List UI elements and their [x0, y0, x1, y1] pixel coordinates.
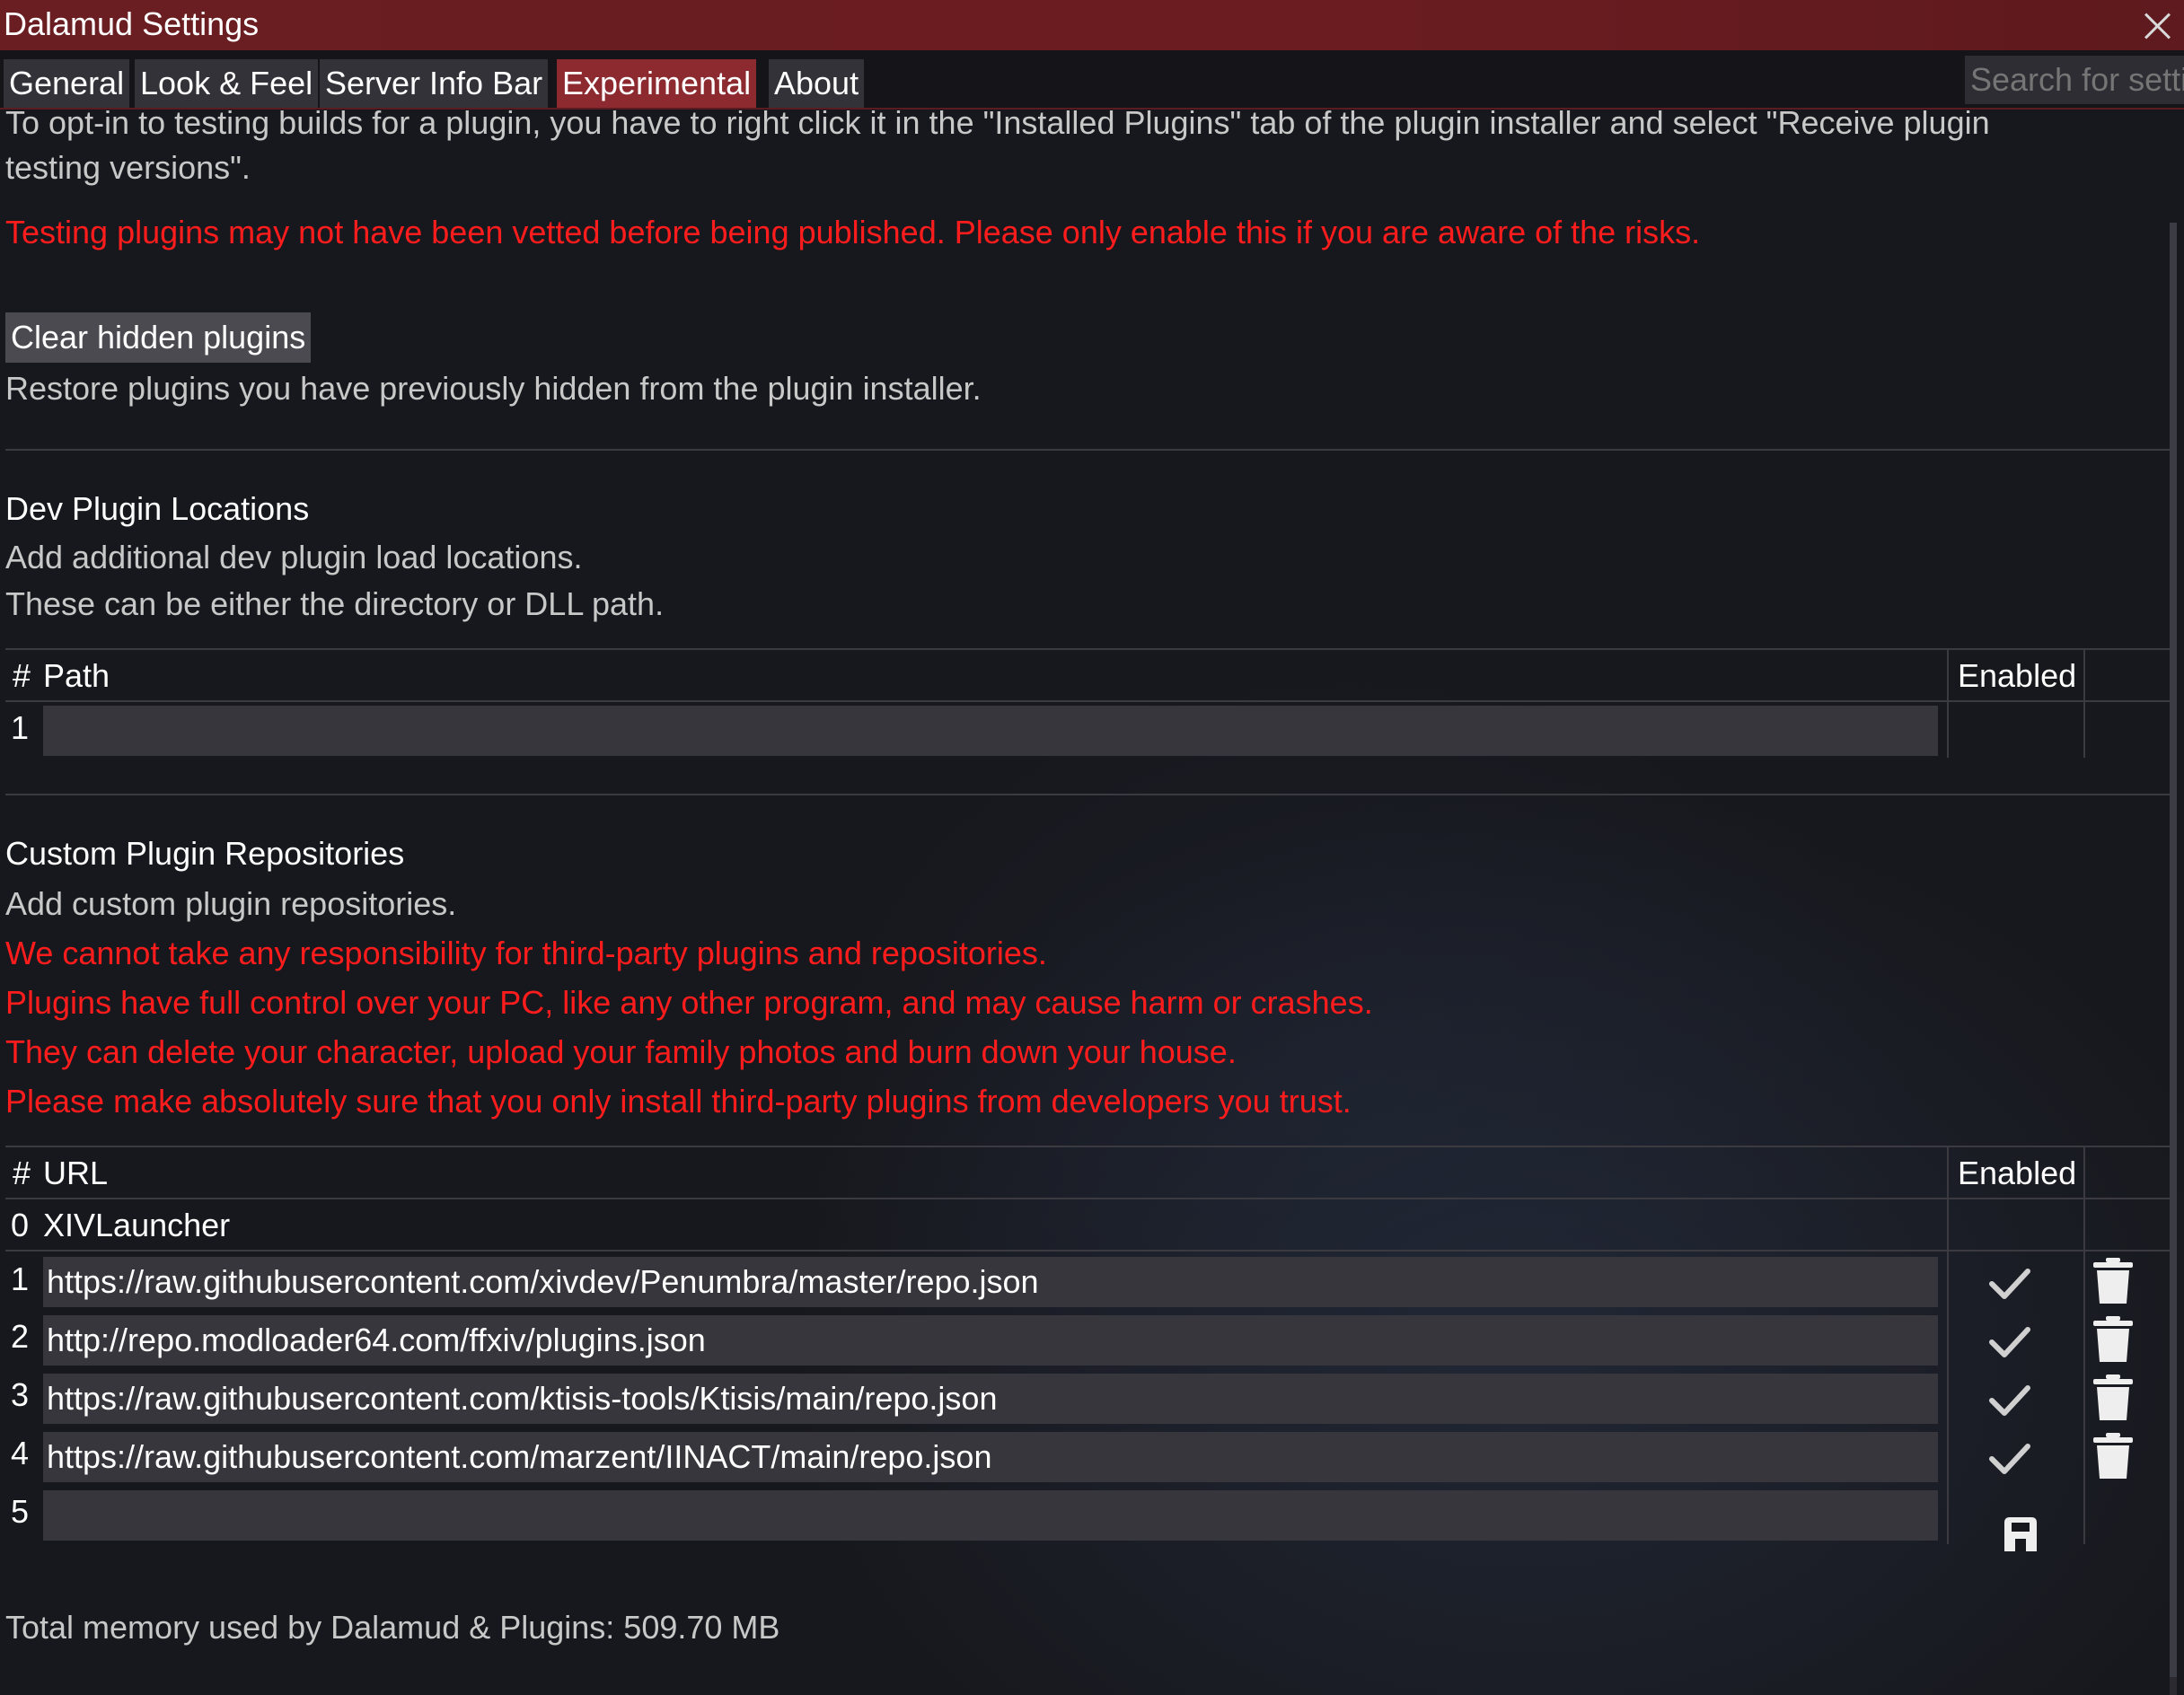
clear-hidden-description: Restore plugins you have previously hidd…	[5, 370, 982, 407]
table-border	[5, 1146, 2170, 1147]
trash-icon[interactable]	[2092, 1374, 2134, 1422]
dev-path-input[interactable]	[43, 706, 1938, 756]
dev-col-number-header: #	[13, 657, 31, 694]
custom-repos-warning2: Plugins have full control over your PC, …	[5, 984, 1373, 1021]
repo-url-input[interactable]: http://repo.modloader64.com/ffxiv/plugin…	[43, 1315, 1938, 1366]
column-divider	[2083, 1146, 2085, 1544]
table-border	[5, 648, 2170, 650]
builtin-repo-name: XIVLauncher	[43, 1207, 231, 1243]
testing-info-line1: To opt-in to testing builds for a plugin…	[5, 104, 1990, 141]
memory-usage: Total memory used by Dalamud & Plugins: …	[5, 1609, 780, 1646]
repo-col-enabled-header: Enabled	[1958, 1155, 2077, 1191]
custom-repos-heading: Custom Plugin Repositories	[5, 835, 405, 872]
dev-plugins-desc-line2: These can be either the directory or DLL…	[5, 585, 665, 622]
tab-look-and-feel[interactable]: Look & Feel	[135, 59, 319, 108]
dev-col-path-header: Path	[43, 657, 110, 694]
tab-general[interactable]: General	[4, 59, 130, 108]
column-divider	[1947, 1146, 1949, 1544]
check-icon[interactable]	[1986, 1439, 2033, 1479]
scrollbar-thumb[interactable]	[2170, 223, 2177, 1677]
repo-row-number: 5	[11, 1493, 30, 1530]
window-title: Dalamud Settings	[4, 5, 260, 42]
tab-server-info-bar[interactable]: Server Info Bar	[320, 59, 549, 108]
tab-bar: General Look & Feel Server Info Bar Expe…	[0, 50, 2184, 110]
check-icon[interactable]	[1986, 1322, 2033, 1362]
title-bar: Dalamud Settings	[0, 0, 2184, 50]
testing-warning: Testing plugins may not have been vetted…	[5, 214, 1701, 250]
repo-col-url-header: URL	[43, 1155, 109, 1191]
repo-url-input[interactable]: https://raw.githubusercontent.com/xivdev…	[43, 1257, 1938, 1307]
testing-info-line2: testing versions".	[5, 149, 251, 186]
column-divider	[1947, 648, 1949, 758]
tab-experimental[interactable]: Experimental	[557, 59, 757, 108]
table-border	[5, 1198, 2170, 1199]
trash-icon[interactable]	[2092, 1257, 2134, 1305]
table-border	[5, 700, 2170, 702]
table-border	[5, 1250, 2170, 1251]
trash-icon[interactable]	[2092, 1315, 2134, 1364]
custom-repos-desc: Add custom plugin repositories.	[5, 885, 457, 922]
dev-plugins-heading: Dev Plugin Locations	[5, 490, 310, 527]
close-icon[interactable]	[2139, 7, 2175, 43]
repo-row-number: 4	[11, 1435, 30, 1471]
repo-row-number: 2	[11, 1318, 30, 1355]
section-divider	[5, 449, 2170, 451]
search-input[interactable]	[1965, 56, 2184, 104]
repo-url-input[interactable]: https://raw.githubusercontent.com/ktisis…	[43, 1374, 1938, 1424]
check-icon[interactable]	[1986, 1264, 2033, 1304]
repo-url-input[interactable]: https://raw.githubusercontent.com/marzen…	[43, 1432, 1938, 1482]
repo-col-number-header: #	[13, 1155, 31, 1191]
trash-icon[interactable]	[2092, 1432, 2134, 1480]
save-icon[interactable]	[2003, 1515, 2039, 1551]
repo-row-number: 3	[11, 1376, 30, 1413]
dev-row-number: 1	[11, 709, 30, 746]
repo-row-number: 1	[11, 1260, 30, 1297]
dev-plugins-desc-line1: Add additional dev plugin load locations…	[5, 539, 583, 575]
clear-hidden-plugins-button[interactable]: Clear hidden plugins	[5, 312, 312, 363]
column-divider	[2083, 648, 2085, 758]
check-icon[interactable]	[1986, 1381, 2033, 1420]
new-repo-url-input[interactable]	[43, 1490, 1938, 1541]
custom-repos-warning1: We cannot take any responsibility for th…	[5, 935, 1047, 971]
repo-row-number: 0	[11, 1207, 30, 1243]
tab-about[interactable]: About	[769, 59, 865, 108]
custom-repos-warning3: They can delete your character, upload y…	[5, 1033, 1237, 1070]
dev-col-enabled-header: Enabled	[1958, 657, 2077, 694]
custom-repos-warning4: Please make absolutely sure that you onl…	[5, 1083, 1352, 1120]
section-divider	[5, 794, 2170, 795]
